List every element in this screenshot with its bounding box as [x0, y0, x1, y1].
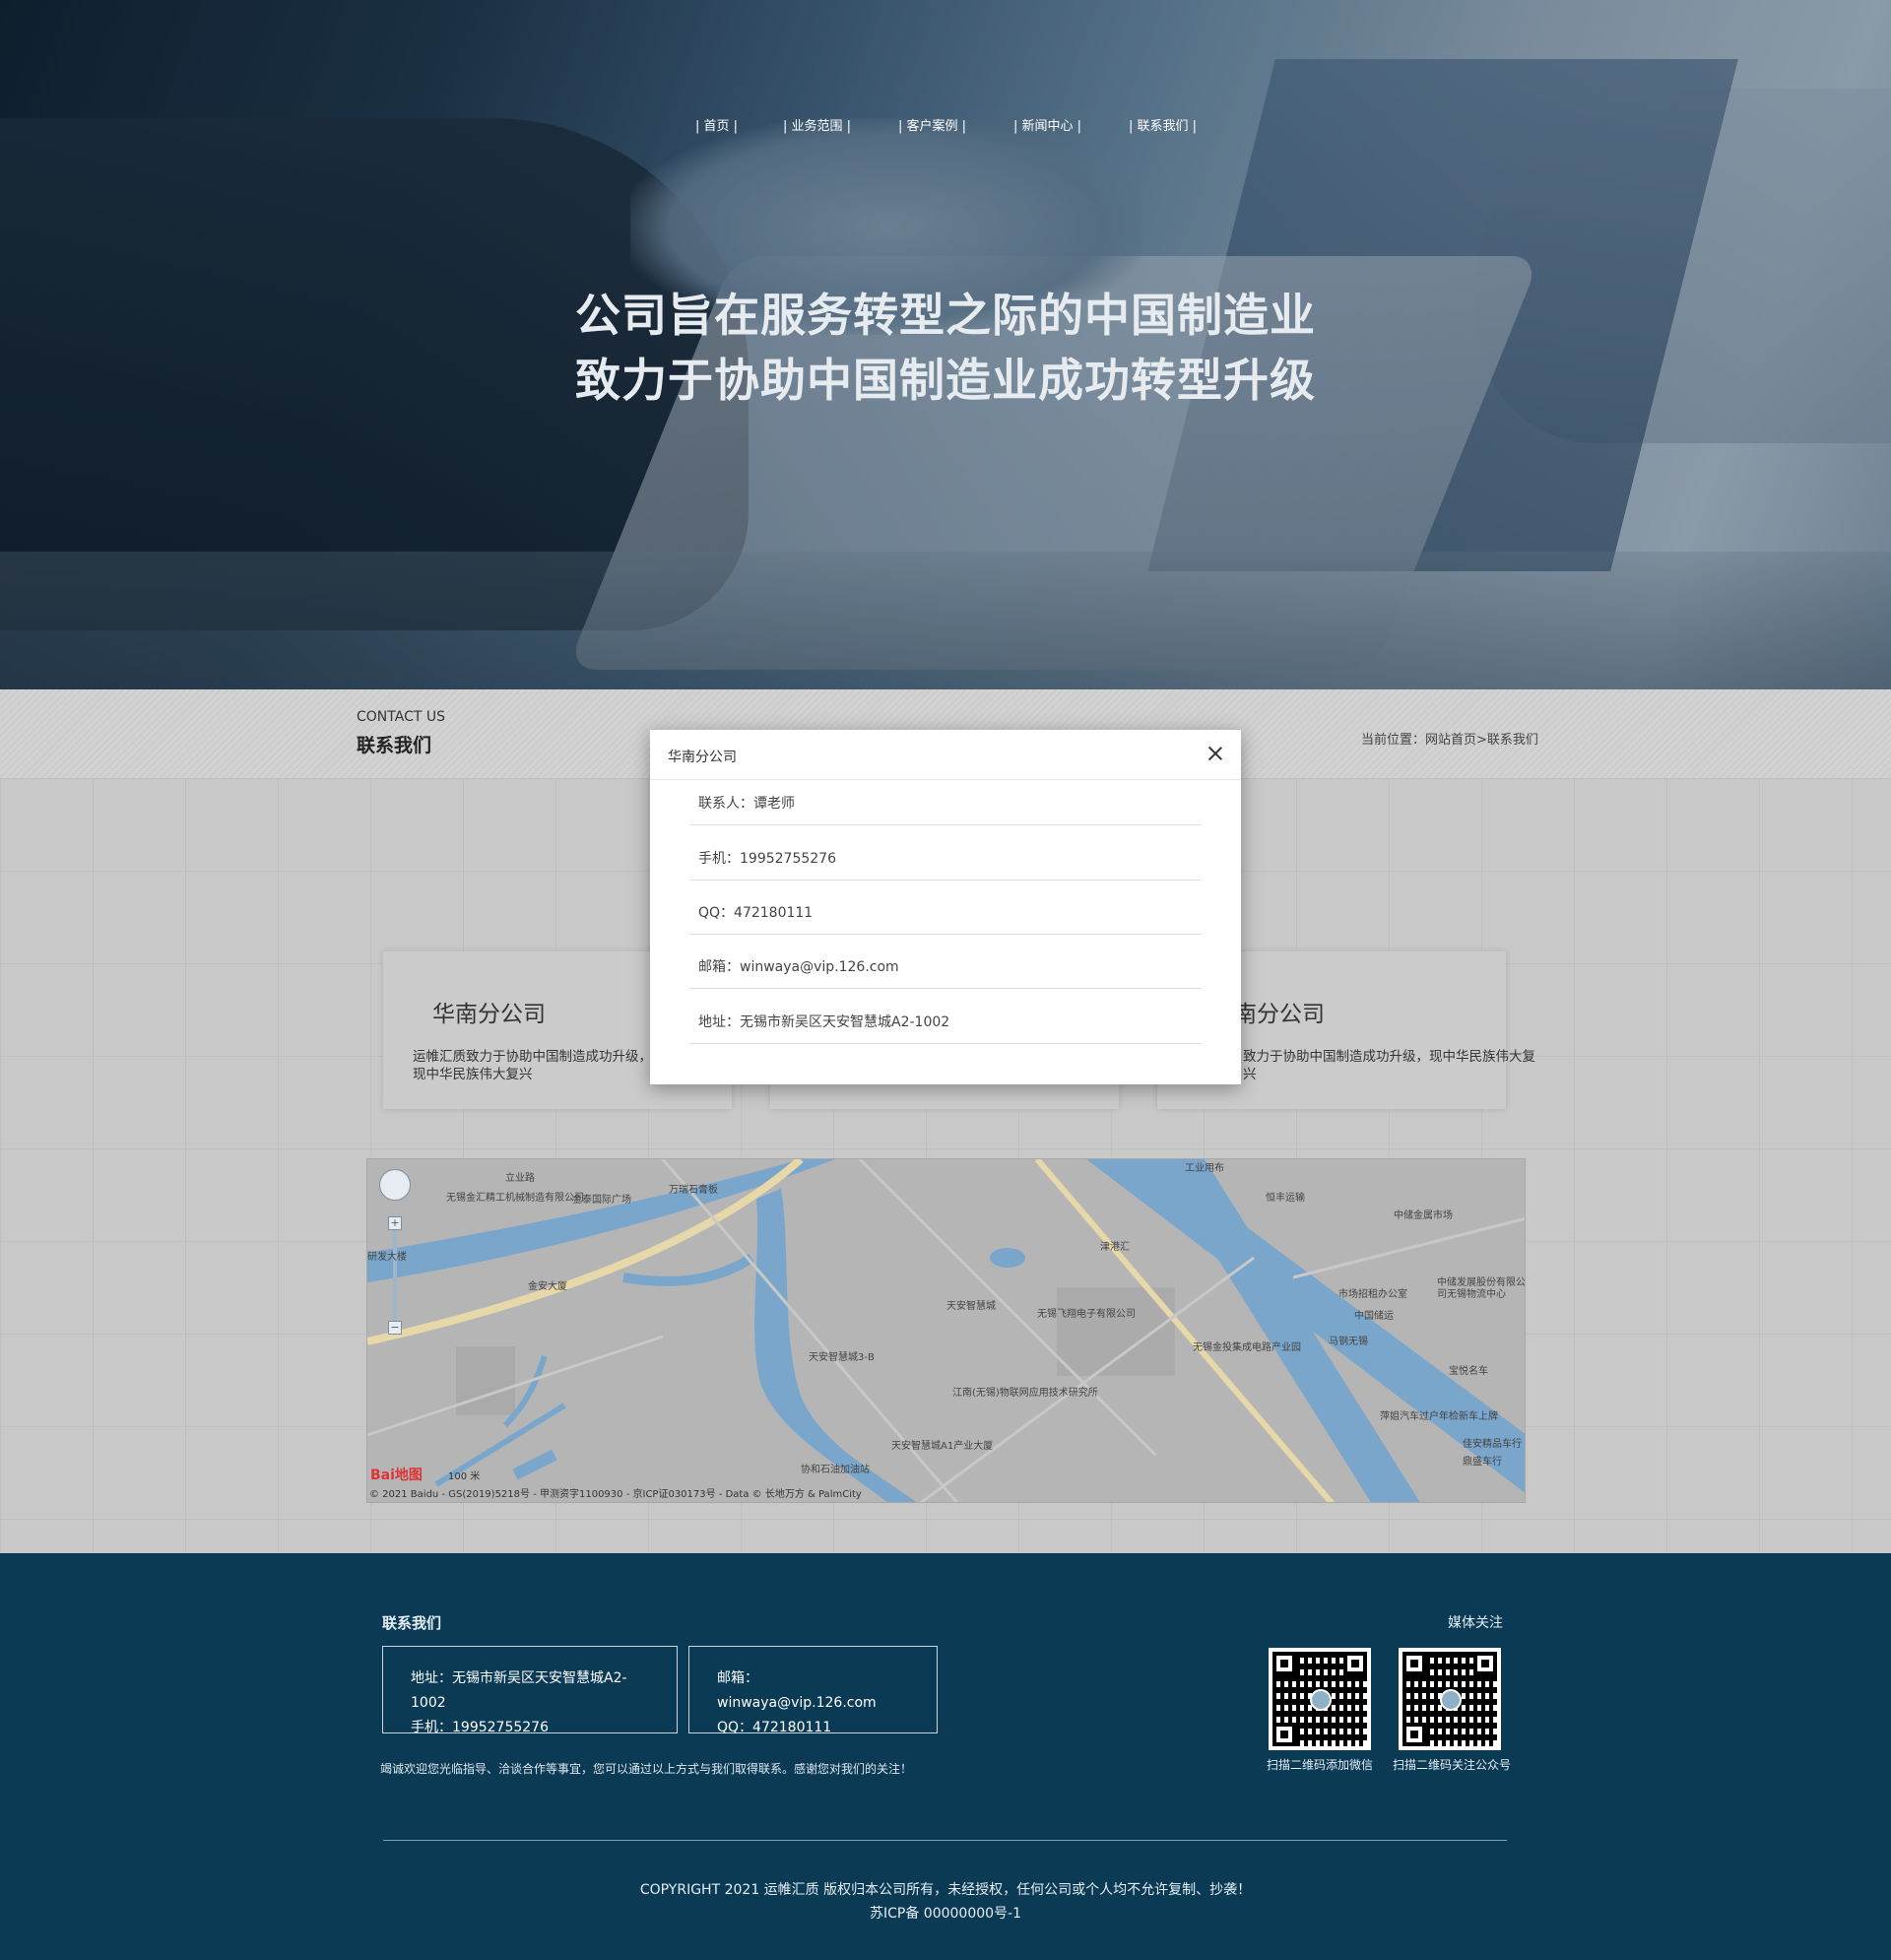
- map-label: 天安智慧城A1产业大厦: [891, 1441, 994, 1452]
- main-nav: | 首页 | | 业务范围 | | 客户案例 | | 新闻中心 | | 联系我们…: [0, 115, 1891, 135]
- modal-header: 华南分公司: [650, 730, 1241, 780]
- footer-divider: [383, 1840, 1507, 1841]
- map-label: 无锡金汇精工机械制造有限公司: [446, 1193, 584, 1204]
- modal-phone: 手机：19952755276: [689, 837, 1202, 881]
- footer-contact-box: 邮箱：winwaya@vip.126.com QQ：472180111: [688, 1646, 938, 1735]
- qr-logo-icon: [1440, 1689, 1462, 1711]
- map-label: 无锡飞翔电子有限公司: [1037, 1309, 1136, 1320]
- hero-banner: | 首页 | | 业务范围 | | 客户案例 | | 新闻中心 | | 联系我们…: [0, 0, 1891, 689]
- footer-phone: 手机：19952755276: [411, 1720, 549, 1735]
- map-scale: 100 米: [448, 1471, 481, 1482]
- footer-contact-box: 地址：无锡市新吴区天安智慧城A2-1002 手机：19952755276: [382, 1646, 678, 1735]
- modal-address: 地址：无锡市新吴区天安智慧城A2-1002: [689, 1001, 1202, 1044]
- section-title-en: CONTACT US: [357, 709, 445, 725]
- map-label: 萍姐汽车过户年检新车上牌: [1380, 1411, 1498, 1422]
- section-title: 联系我们: [357, 735, 432, 756]
- qr-caption: 扫描二维码关注公众号: [1393, 1758, 1512, 1772]
- wechat-qr-code: [1269, 1648, 1371, 1750]
- map-label: 佳安精品车行: [1463, 1439, 1522, 1450]
- footer-note: 竭诚欢迎您光临指导、洽谈合作等事宜，您可以通过以上方式与我们取得联系。感谢您对我…: [380, 1762, 913, 1776]
- footer-media-title: 媒体关注: [1448, 1615, 1503, 1631]
- hero-title-line2: 致力于协助中国制造业成功转型升级: [575, 354, 1316, 407]
- map-label: 无锡金投集成电路产业园: [1193, 1342, 1301, 1353]
- modal-contact-person: 联系人：谭老师: [689, 782, 1202, 825]
- official-account-qr-code: [1399, 1648, 1501, 1750]
- map-label: 研发大楼: [367, 1252, 407, 1263]
- qr-caption: 扫描二维码添加微信: [1267, 1758, 1374, 1772]
- footer: 联系我们 地址：无锡市新吴区天安智慧城A2-1002 手机：1995275527…: [0, 1553, 1891, 1960]
- map-pan-control[interactable]: [379, 1169, 411, 1201]
- map-label: 天安智慧城: [946, 1301, 996, 1312]
- breadcrumb[interactable]: 当前位置：网站首页>联系我们: [1361, 729, 1538, 748]
- map-label: 中储发展股份有限公司无锡物流中心: [1437, 1277, 1526, 1300]
- footer-qq: QQ：472180111: [717, 1720, 832, 1735]
- map-label: 金安大厦: [528, 1281, 567, 1292]
- nav-news[interactable]: | 新闻中心 |: [1013, 115, 1081, 134]
- close-icon[interactable]: [1206, 744, 1225, 763]
- map-label: 宝悦名车: [1449, 1366, 1488, 1377]
- modal-title: 华南分公司: [668, 750, 737, 765]
- footer-copyright: COPYRIGHT 2021 运帷汇质 版权归本公司所有，未经授权，任何公司或个…: [0, 1878, 1891, 1926]
- branch-card-title: 华南分公司: [432, 1002, 546, 1027]
- zoom-out-button[interactable]: −: [388, 1321, 402, 1335]
- footer-email[interactable]: 邮箱：winwaya@vip.126.com: [717, 1666, 909, 1716]
- nav-contact[interactable]: | 联系我们 |: [1129, 115, 1197, 134]
- branch-card-desc: 致力于协助中国制造成功升级，现中华民族伟大复兴: [1243, 1049, 1535, 1082]
- baidu-map-logo[interactable]: Bai地图: [370, 1465, 423, 1484]
- map-label: 市场招租办公室: [1338, 1289, 1407, 1300]
- map-copyright: © 2021 Baidu - GS(2019)5218号 - 甲测资字11009…: [369, 1489, 862, 1500]
- branch-card-title: 南分公司: [1234, 1002, 1325, 1027]
- copyright-line: COPYRIGHT 2021 运帷汇质 版权归本公司所有，未经授权，任何公司或个…: [639, 1882, 1252, 1898]
- modal-qq: QQ：472180111: [689, 891, 1202, 935]
- icp-line[interactable]: 苏ICP备 00000000号-1: [0, 1902, 1891, 1926]
- footer-address: 地址：无锡市新吴区天安智慧城A2-1002: [411, 1670, 627, 1711]
- footer-title: 联系我们: [382, 1614, 442, 1632]
- map-label: 恒丰运输: [1266, 1193, 1305, 1204]
- qr-logo-icon: [1310, 1689, 1332, 1711]
- nav-business[interactable]: | 业务范围 |: [783, 115, 851, 134]
- map-label: 工业用布: [1185, 1163, 1224, 1174]
- zoom-in-button[interactable]: +: [388, 1216, 402, 1230]
- branch-modal: 华南分公司 联系人：谭老师 手机：19952755276 QQ：47218011…: [650, 730, 1241, 1084]
- modal-email: 邮箱：winwaya@vip.126.com: [689, 946, 1202, 989]
- nav-home[interactable]: | 首页 |: [695, 115, 738, 134]
- hero-title: 公司旨在服务转型之际的中国制造业 致力于协助中国制造业成功转型升级: [0, 283, 1891, 413]
- map-label: 江南(无锡)物联网应用技术研究所: [952, 1388, 1098, 1399]
- map-label: 金泰国际广场: [572, 1195, 631, 1206]
- zoom-slider[interactable]: [393, 1230, 397, 1321]
- map-label: 天安智慧城3-B: [809, 1352, 875, 1363]
- nav-cases[interactable]: | 客户案例 |: [898, 115, 966, 134]
- map-label: 中国储运: [1354, 1311, 1394, 1322]
- map-label: 立业路: [505, 1173, 535, 1184]
- map-label: 中储金属市场: [1394, 1210, 1453, 1221]
- map-label: 津港汇: [1100, 1242, 1130, 1253]
- baidu-map[interactable]: + − 立业路 无锡金汇精工机械制造有限公司 金泰国际广场 万瑞石膏板 金安大厦…: [366, 1158, 1526, 1503]
- map-label: 万瑞石膏板: [669, 1185, 718, 1196]
- map-label: 马钢无锡: [1329, 1337, 1368, 1347]
- map-label: 协和石油加油站: [801, 1465, 870, 1475]
- hero-title-line1: 公司旨在服务转型之际的中国制造业: [575, 289, 1316, 342]
- map-label: 鼎盛车行: [1463, 1457, 1502, 1468]
